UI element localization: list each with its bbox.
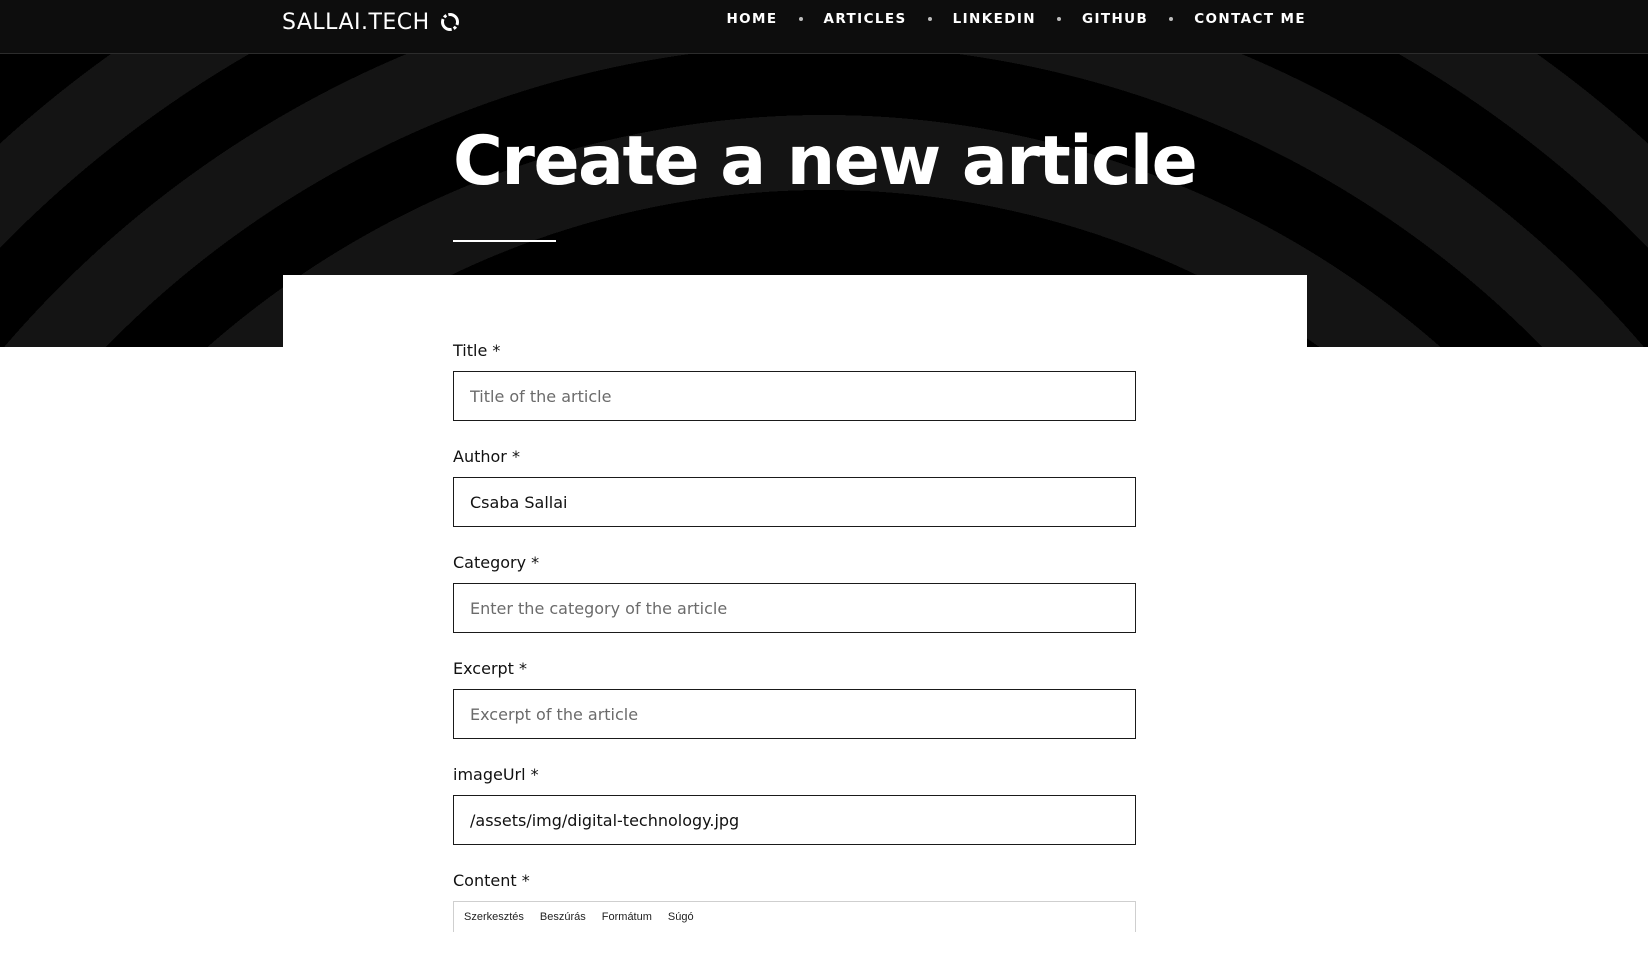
content-editor-menubar: Szerkesztés Beszúrás Formátum Súgó [453,901,1136,932]
category-input[interactable] [453,583,1136,633]
nav-separator [927,17,932,21]
editor-menu-insert[interactable]: Beszúrás [540,911,586,923]
nav-separator [1056,17,1061,21]
nav-articles[interactable]: ARTICLES [824,11,907,27]
editor-menu-help[interactable]: Súgó [668,911,694,923]
title-underline [453,240,556,242]
image-url-label: imageUrl * [453,765,539,784]
excerpt-input[interactable] [453,689,1136,739]
nav-separator [1169,17,1174,21]
editor-menu-format[interactable]: Formátum [602,911,652,923]
excerpt-label: Excerpt * [453,659,528,678]
title-input[interactable] [453,371,1136,421]
nav-github[interactable]: GITHUB [1082,11,1148,27]
image-url-input[interactable] [453,795,1136,845]
nav-linkedin[interactable]: LINKEDIN [953,11,1036,27]
nav-contact[interactable]: CONTACT ME [1194,11,1306,27]
editor-menu-edit[interactable]: Szerkesztés [464,911,524,923]
title-label: Title * [453,341,501,360]
circular-arrows-icon [440,13,459,31]
nav-separator [798,17,803,21]
top-navbar: SALLAI.TECH HOME ARTICLES LINKEDIN GITHU… [0,0,1648,54]
content-label: Content * [453,871,530,890]
nav-home[interactable]: HOME [726,11,777,27]
brand-name: SALLAI.TECH [282,9,430,35]
category-label: Category * [453,553,540,572]
author-input[interactable] [453,477,1136,527]
page-title: Create a new article [453,122,1198,201]
author-label: Author * [453,447,520,466]
brand-link[interactable]: SALLAI.TECH [282,7,460,37]
main-nav: HOME ARTICLES LINKEDIN GITHUB CONTACT ME [726,11,1306,27]
